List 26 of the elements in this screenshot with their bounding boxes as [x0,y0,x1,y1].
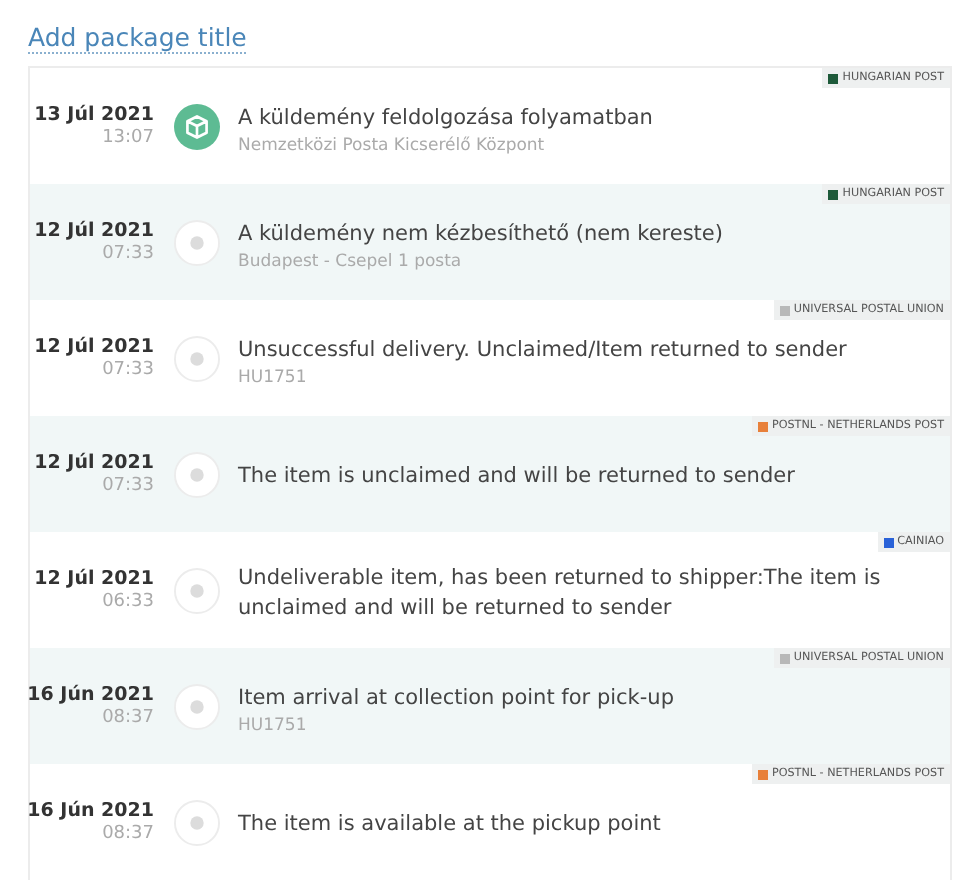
event-date: 12 Júl 2021 [34,568,154,590]
event-time: 08:37 [102,824,154,844]
event-date: 12 Júl 2021 [34,452,154,474]
event-title: Undeliverable item, has been returned to shipper:The item is unclaimed and will be returned to sender [238,563,883,624]
event-title: The item is available at the pickup point [238,810,663,841]
event-title: A küldemény feldolgozása folyamatban [238,103,655,134]
event-title: Item arrival at collection point for pick-up [238,683,676,714]
event-date: 16 Jún 2021 [27,800,154,822]
event-time: 06:33 [102,592,154,612]
event-title: A küldemény nem kézbesíthető (nem kereste) [238,219,725,250]
event-date: 12 Júl 2021 [34,220,154,242]
event-location: HU1751 [238,368,309,389]
event-title: The item is unclaimed and will be returned to sender [238,462,797,493]
add-title-link[interactable]: Add package title [28,22,247,54]
event-date: 16 Jún 2021 [27,684,154,706]
event-title: Unsuccessful delivery. Unclaimed/Item returned to sender [238,335,849,366]
event-date: 13 Júl 2021 [34,104,154,126]
event-time: 08:37 [102,708,154,728]
event-time: 13:07 [102,128,154,148]
event-date: 12 Júl 2021 [34,336,154,358]
event-time: 07:33 [102,476,154,496]
event-location: HU1751 [238,716,309,737]
event-time: 07:33 [102,360,154,380]
event-location: Budapest - Csepel 1 posta [238,252,464,273]
event-location: Nemzetközi Posta Kicserélő Központ [238,136,547,157]
event-time: 07:33 [102,244,154,264]
